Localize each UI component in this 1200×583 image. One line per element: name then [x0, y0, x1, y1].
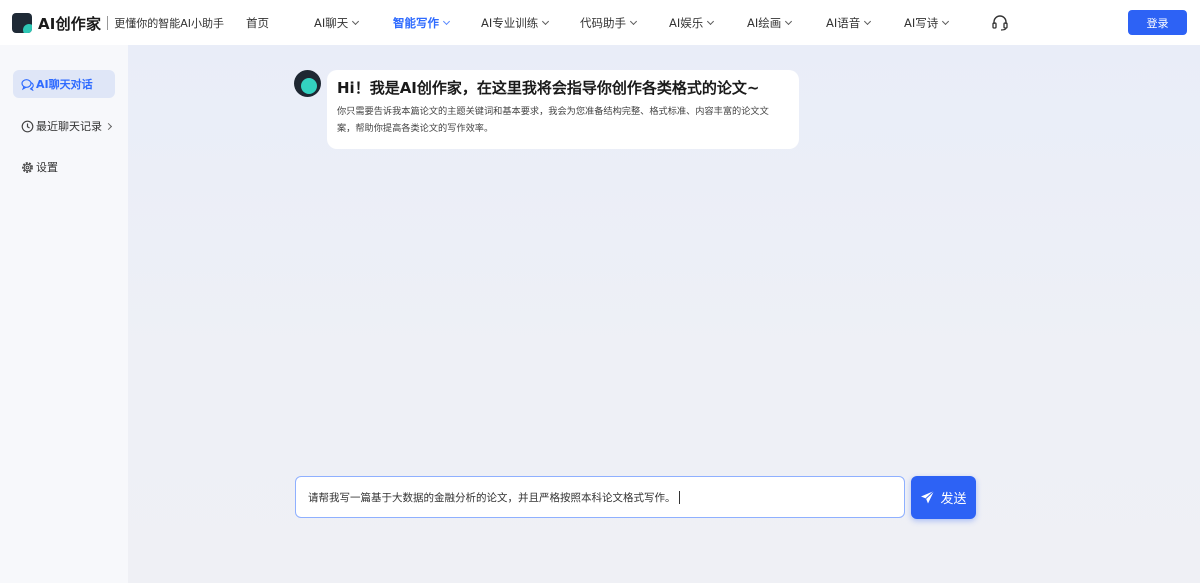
brand-divider: [107, 16, 109, 30]
chat-icon: [21, 78, 34, 91]
send-button-label: 发送: [940, 492, 967, 507]
chevron-right-icon: [104, 122, 113, 130]
logo-icon: [12, 13, 32, 33]
nav-item-code-assistant[interactable]: 代码助手: [580, 14, 638, 32]
sidebar-item-label: 最近聊天记录: [36, 120, 102, 133]
greeting-message-bubble: Hi！我是AI创作家，在这里我将会指导你创作各类格式的论文~ 你只需要告诉我本篇…: [327, 70, 799, 149]
nav-item-label: 首页: [246, 16, 269, 30]
nav-item-smart-writing[interactable]: 智能写作: [393, 14, 451, 32]
sidebar-item-settings[interactable]: 设置: [13, 153, 115, 181]
brand-logo[interactable]: AI创作家 更懂你的智能AI小助手: [12, 12, 224, 34]
nav-item-ai-painting[interactable]: AI绘画: [747, 14, 793, 32]
sidebar-item-label: 设置: [36, 161, 58, 174]
chevron-down-icon: [785, 17, 793, 26]
nav-item-label: AI专业训练: [481, 16, 539, 30]
chevron-down-icon: [707, 17, 715, 26]
nav-item-ai-voice[interactable]: AI语音: [826, 14, 872, 32]
chevron-down-icon: [442, 17, 451, 26]
login-button[interactable]: 登录: [1128, 10, 1187, 35]
nav-item-label: AI娱乐: [669, 16, 704, 30]
nav-item-label: AI聊天: [314, 16, 349, 30]
message-input-text: 请帮我写一篇基于大数据的金融分析的论文，并且严格按照本科论文格式写作。: [308, 491, 676, 504]
chevron-down-icon: [942, 17, 950, 26]
send-arrow-icon: [921, 490, 935, 504]
chevron-down-icon: [352, 17, 360, 26]
chevron-down-icon: [542, 17, 550, 26]
chevron-down-icon: [864, 17, 872, 26]
text-caret: [678, 490, 680, 504]
nav-item-label: AI写诗: [904, 16, 939, 30]
headset-icon[interactable]: [991, 13, 1009, 31]
chat-main-area: Hi！我是AI创作家，在这里我将会指导你创作各类格式的论文~ 你只需要告诉我本篇…: [128, 45, 1200, 583]
sidebar-item-ai-chat[interactable]: AI聊天对话: [13, 70, 115, 98]
greeting-text: 你只需要告诉我本篇论文的主题关键词和基本要求，我会为您准备结构完整、格式标准、内…: [337, 106, 769, 134]
top-navigation-bar: AI创作家 更懂你的智能AI小助手 首页 AI聊天 智能写作 AI专业训练 代码…: [0, 0, 1200, 45]
nav-item-label: AI语音: [826, 16, 861, 30]
sidebar-item-label: AI聊天对话: [36, 78, 93, 91]
nav-item-ai-entertainment[interactable]: AI娱乐: [669, 14, 715, 32]
nav-item-label: 智能写作: [393, 16, 439, 30]
nav-item-ai-poetry[interactable]: AI写诗: [904, 14, 950, 32]
message-input[interactable]: 请帮我写一篇基于大数据的金融分析的论文，并且严格按照本科论文格式写作。: [295, 476, 905, 518]
nav-item-home[interactable]: 首页: [246, 14, 269, 32]
greeting-title: Hi！我是AI创作家，在这里我将会指导你创作各类格式的论文~: [337, 79, 760, 97]
clock-icon: [21, 120, 34, 132]
chevron-down-icon: [629, 17, 638, 26]
send-button[interactable]: 发送: [911, 476, 976, 519]
sidebar: AI聊天对话 最近聊天记录 设置: [0, 45, 128, 583]
sidebar-item-recent-chats[interactable]: 最近聊天记录: [13, 112, 115, 140]
gear-icon: [22, 161, 33, 173]
nav-item-ai-chat[interactable]: AI聊天: [314, 14, 360, 32]
brand-slogan: 更懂你的智能AI小助手: [114, 17, 224, 30]
nav-item-label: AI绘画: [747, 16, 782, 30]
nav-item-ai-training[interactable]: AI专业训练: [481, 14, 550, 32]
nav-item-label: 代码助手: [580, 16, 626, 30]
brand-name: AI创作家: [38, 14, 102, 33]
bot-avatar: [294, 70, 321, 97]
